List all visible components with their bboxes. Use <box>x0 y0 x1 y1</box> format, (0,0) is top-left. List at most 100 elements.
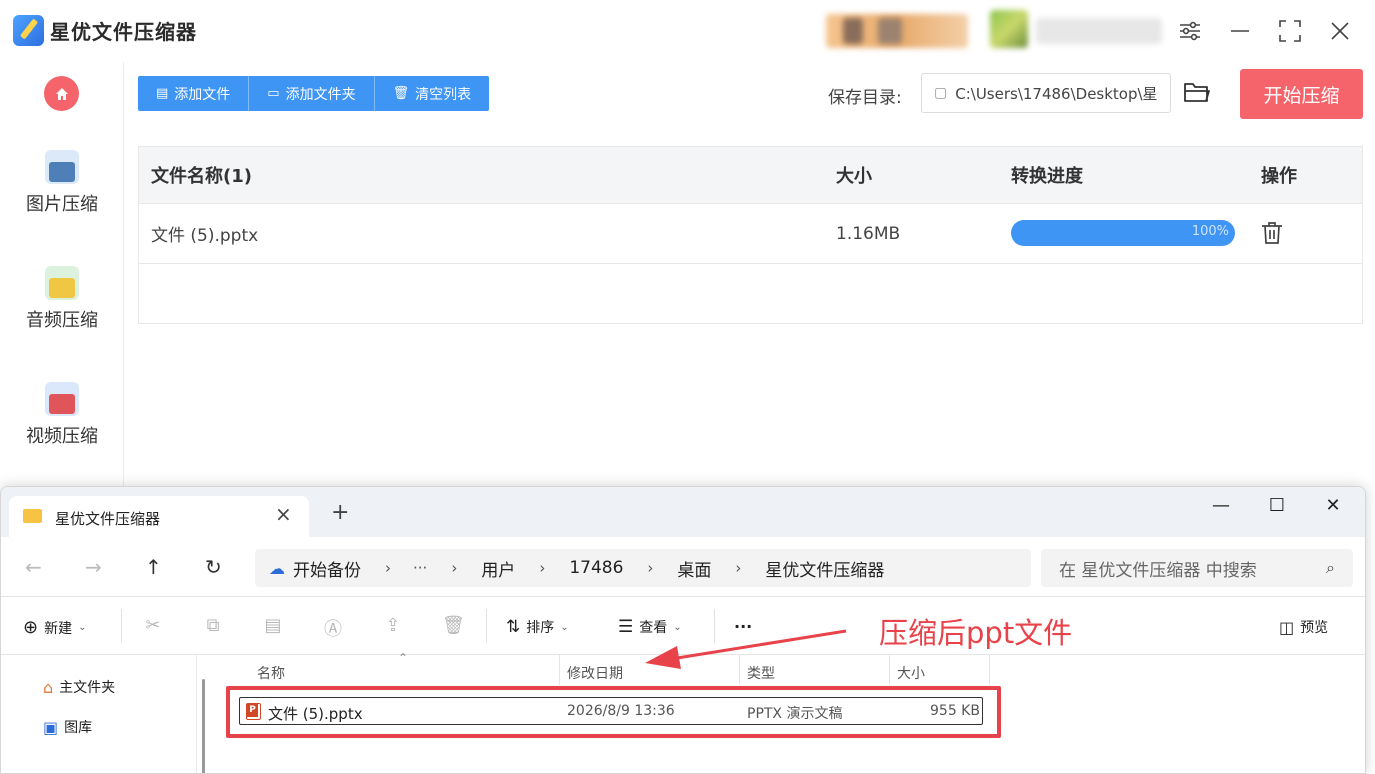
minimize-icon[interactable] <box>1222 14 1258 48</box>
sidebar-item-label: 视频压缩 <box>26 426 98 447</box>
up-arrow-icon[interactable]: ↑ <box>145 555 162 579</box>
chevron-right-icon: › <box>647 559 654 577</box>
explorer-tab-bar: 星优文件压缩器 × + — ☐ ✕ <box>1 487 1365 537</box>
rename-icon[interactable]: Ⓐ <box>322 615 344 640</box>
address-bar[interactable]: ☁ 开始备份 › ··· › 用户 › 17486 › 桌面 › 星优文件压缩器 <box>255 549 1031 587</box>
plus-circle-icon: ⊕ <box>23 617 39 638</box>
breadcrumb-item[interactable]: 用户 <box>481 556 515 581</box>
copy-icon[interactable]: ⧉ <box>202 615 224 637</box>
image-icon <box>45 150 79 184</box>
search-placeholder: 在 星优文件压缩器 中搜索 <box>1059 560 1257 581</box>
column-modified[interactable]: 修改日期 <box>567 663 623 683</box>
new-button[interactable]: ⊕ 新建 ⌄ <box>23 617 86 638</box>
preview-pane-icon: ◫ <box>1279 617 1295 637</box>
file-table: 文件名称(1) 大小 转换进度 操作 文件 (5).pptx 1.16MB 10… <box>138 146 1363 324</box>
sidebar-item-label: 音频压缩 <box>26 310 98 331</box>
paste-icon[interactable]: ▤ <box>262 615 284 637</box>
progress-label: 100% <box>1191 224 1229 239</box>
sidebar-item-audio[interactable]: 音频压缩 <box>0 266 124 332</box>
view-list-icon: ☰ <box>618 617 634 637</box>
nav-item-gallery[interactable]: ▣ 图库 <box>43 717 92 737</box>
forward-arrow-icon[interactable]: → <box>85 555 102 579</box>
breadcrumb-item[interactable]: 桌面 <box>677 556 711 581</box>
column-header-progress: 转换进度 <box>1011 166 1083 187</box>
breadcrumb-item[interactable]: 星优文件压缩器 <box>765 556 884 581</box>
chevron-down-icon: ⌄ <box>78 622 87 633</box>
folder-icon <box>23 509 42 523</box>
annotation-highlight-box <box>226 686 1001 738</box>
cloud-backup-icon: ☁ <box>269 558 285 578</box>
sidebar-item-video[interactable]: 视频压缩 <box>0 382 124 448</box>
search-icon: ⌕ <box>1326 558 1335 577</box>
chevron-right-icon: › <box>385 559 391 577</box>
table-row[interactable]: 文件 (5).pptx 1.16MB 100% <box>139 204 1362 264</box>
column-header-action: 操作 <box>1261 166 1297 187</box>
app-title: 星优文件压缩器 <box>50 20 197 44</box>
chevron-right-icon: › <box>451 559 458 577</box>
cut-icon[interactable]: ✂ <box>142 615 164 637</box>
app-titlebar: 星优文件压缩器 <box>0 0 1375 62</box>
back-arrow-icon[interactable]: ← <box>25 555 42 579</box>
explorer-navigation-pane: ⌂ 主文件夹 ▣ 图库 <box>1 655 197 773</box>
clear-list-button[interactable]: 🗑︎ 清空列表 <box>375 76 490 111</box>
maximize-icon[interactable] <box>1272 14 1308 48</box>
breadcrumb-item[interactable]: 17486 <box>569 558 623 578</box>
browse-folder-icon[interactable] <box>1183 80 1211 106</box>
file-size: 1.16MB <box>836 223 901 244</box>
close-icon[interactable] <box>1322 14 1358 48</box>
file-button-group: ▤ 添加文件 ▭ 添加文件夹 🗑︎ 清空列表 <box>138 76 490 111</box>
column-size[interactable]: 大小 <box>897 663 925 683</box>
delete-trash-icon[interactable] <box>1261 221 1283 245</box>
sidebar-item-label: 图片压缩 <box>26 194 98 215</box>
save-directory-label: 保存目录: <box>828 88 902 108</box>
folder-icon: ▭ <box>267 86 280 101</box>
annotation-label: 压缩后ppt文件 <box>879 616 1073 650</box>
column-name[interactable]: 名称 <box>257 663 285 683</box>
folder-icon: ▢ <box>934 85 948 101</box>
progress-bar: 100% <box>1011 220 1235 246</box>
file-list-header: ⌃ 名称 修改日期 类型 大小 <box>215 651 990 685</box>
music-icon <box>45 266 79 300</box>
add-file-button[interactable]: ▤ 添加文件 <box>138 76 250 111</box>
settings-icon[interactable] <box>1172 14 1208 48</box>
minimize-icon[interactable]: — <box>1206 495 1236 521</box>
trash-icon: 🗑︎ <box>392 86 410 101</box>
breadcrumb-ellipsis[interactable]: ··· <box>413 559 427 577</box>
explorer-nav-bar: ← → ↑ ↻ ☁ 开始备份 › ··· › 用户 › 17486 › 桌面 ›… <box>1 537 1365 597</box>
chevron-right-icon: › <box>539 559 546 577</box>
nav-item-home[interactable]: ⌂ 主文件夹 <box>43 677 115 697</box>
sort-caret-icon: ⌃ <box>398 651 409 665</box>
chevron-down-icon: ⌄ <box>560 621 569 633</box>
delete-icon[interactable]: 🗑︎ <box>442 615 465 637</box>
video-icon <box>45 382 79 416</box>
tab-close-icon[interactable]: × <box>275 502 292 526</box>
maximize-icon[interactable]: ☐ <box>1262 495 1292 521</box>
explorer-tab-title: 星优文件压缩器 <box>55 510 161 528</box>
file-name: 文件 (5).pptx <box>151 226 259 246</box>
breadcrumb-root[interactable]: 开始备份 <box>293 556 361 581</box>
app-logo-icon <box>13 15 44 46</box>
refresh-icon[interactable]: ↻ <box>205 555 222 579</box>
table-header: 文件名称(1) 大小 转换进度 操作 <box>139 147 1362 204</box>
new-tab-icon[interactable]: + <box>331 502 349 524</box>
sidebar-item-image[interactable]: 图片压缩 <box>0 150 124 216</box>
explorer-tab[interactable]: 星优文件压缩器 × <box>9 496 309 537</box>
chevron-right-icon: › <box>735 559 742 577</box>
sort-icon: ⇅ <box>506 617 521 637</box>
nav-scrollbar[interactable] <box>202 679 205 773</box>
sort-button[interactable]: ⇅ 排序 ⌄ <box>506 617 569 637</box>
home-icon: ⌂ <box>43 677 54 697</box>
column-type[interactable]: 类型 <box>747 663 775 683</box>
add-folder-button[interactable]: ▭ 添加文件夹 <box>249 76 375 111</box>
preview-button[interactable]: ◫ 预览 <box>1279 617 1328 637</box>
save-path-field[interactable]: ▢ C:\Users\17486\Desktop\星 <box>921 73 1171 113</box>
gallery-icon: ▣ <box>43 717 59 737</box>
start-compress-button[interactable]: 开始压缩 <box>1240 69 1363 119</box>
home-button[interactable] <box>44 76 79 111</box>
share-icon[interactable]: ⇪ <box>382 615 404 637</box>
column-header-size: 大小 <box>836 166 872 187</box>
home-icon <box>55 87 68 100</box>
search-input[interactable]: 在 星优文件压缩器 中搜索 ⌕ <box>1041 549 1353 587</box>
save-path-value: C:\Users\17486\Desktop\星 <box>955 84 1158 103</box>
close-icon[interactable]: ✕ <box>1318 495 1348 521</box>
